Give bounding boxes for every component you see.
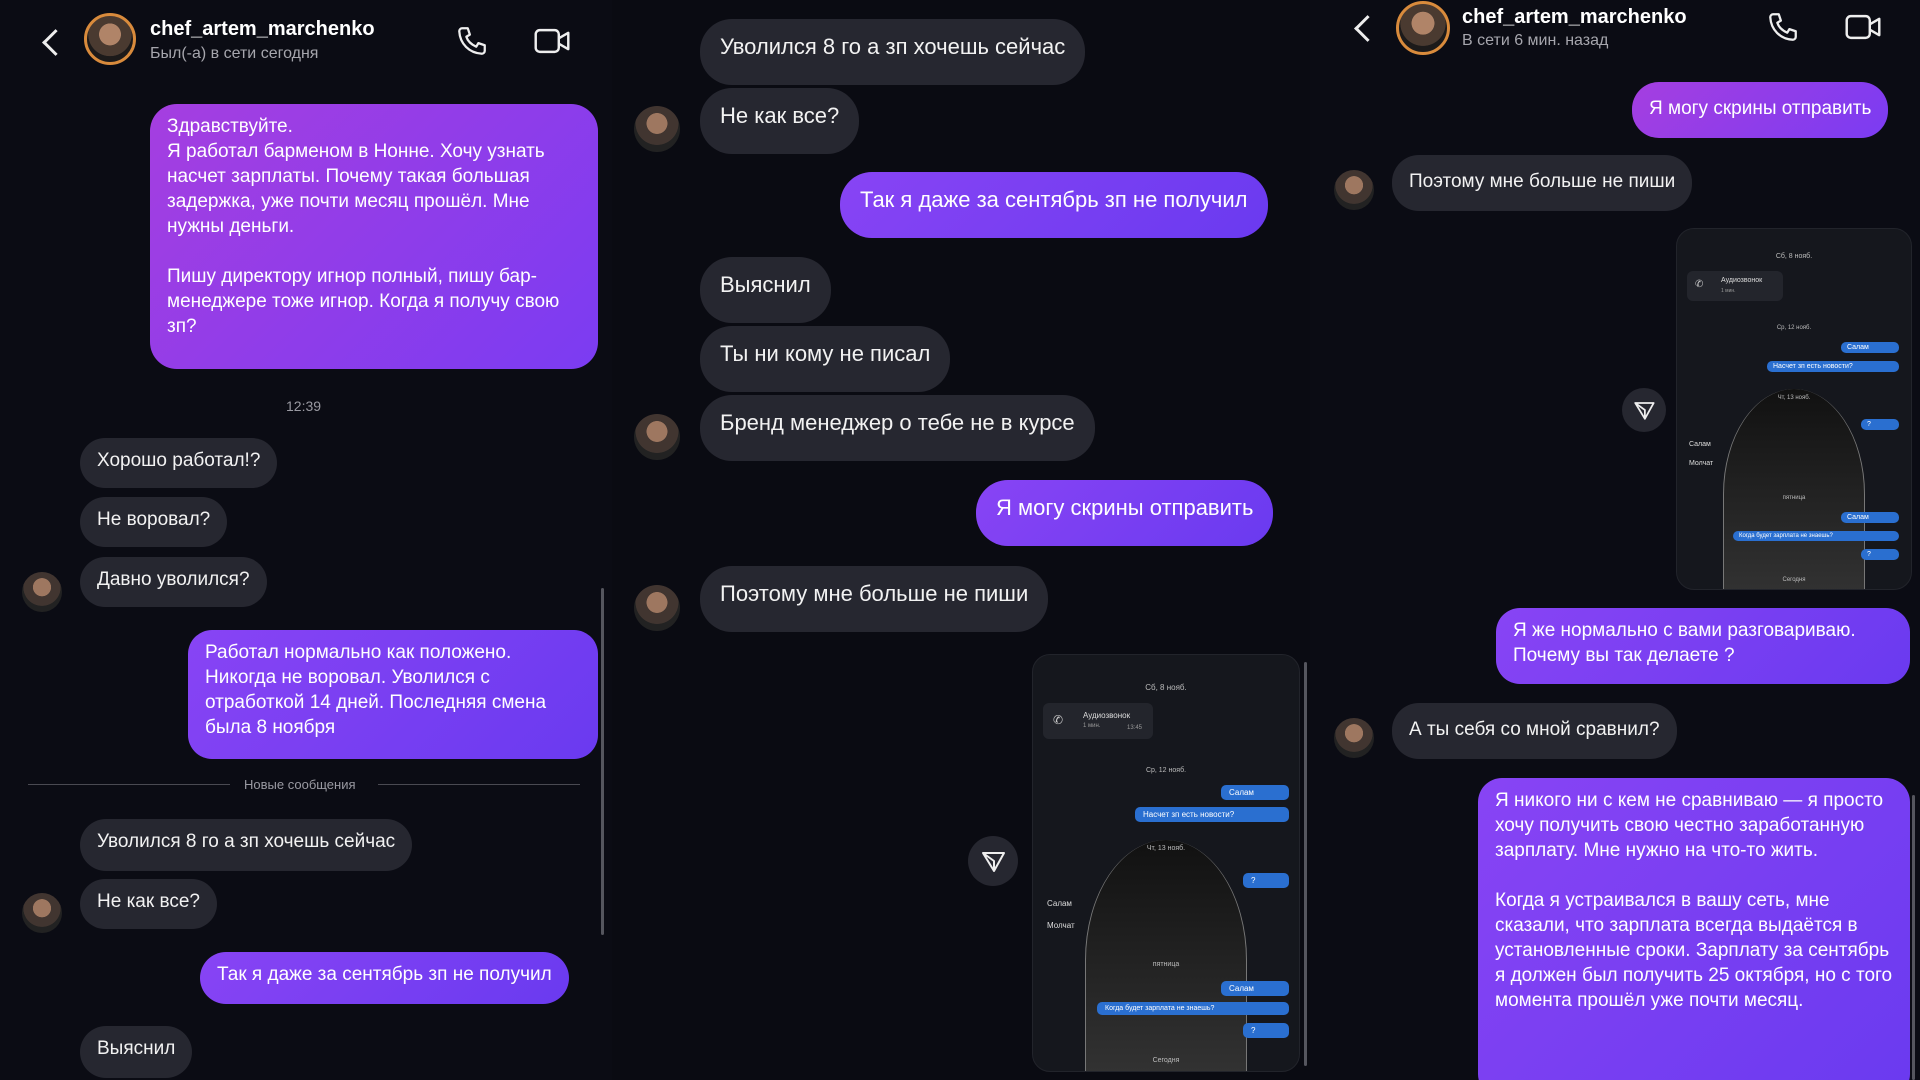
date-label: Чт, 13 нояб. [1146,845,1186,852]
date-label: Сегодня [1152,1057,1180,1064]
avatar[interactable] [1334,170,1374,210]
avatar[interactable] [84,13,136,65]
call-duration: 1 мин. [1721,288,1736,294]
screenshot-attachment[interactable]: Сб, 8 нояб. ✆ Аудиозвонок 1 мин. Ср, 12 … [1676,228,1912,590]
scrollbar[interactable] [1304,662,1307,1066]
user-status: В сети 6 мин. назад [1462,32,1609,49]
road-image [1723,389,1865,589]
avatar[interactable] [634,414,680,460]
message-bubble: Когда будет зарплата не знаешь? [1733,531,1899,541]
share-icon [1634,402,1655,420]
timestamp: 12:39 [286,398,322,414]
message-incoming[interactable]: Поэтому мне больше не пиши [700,566,1049,632]
phone-icon: ✆ [1695,279,1704,290]
video-camera-icon[interactable] [533,24,571,58]
message-outgoing[interactable]: Я же нормально с вами разговариваю. Поче… [1496,608,1910,684]
message-bubble: Насчет зп есть новости? [1767,361,1899,372]
message-incoming[interactable]: Бренд менеджер о тебе не в курсе [700,395,1095,461]
back-arrow-icon[interactable] [42,29,69,56]
message-bubble: ? [1861,419,1899,430]
screenshot-attachment[interactable]: Сб, 8 нояб. ✆ Аудиозвонок 1 мин. 13:45 С… [1032,654,1300,1072]
message-incoming[interactable]: А ты себя со мной сравнил? [1392,703,1677,759]
message-outgoing[interactable]: Здравствуйте. Я работал барменом в Нонне… [150,104,598,369]
message-bubble: Когда будет зарплата не знаешь? [1097,1002,1289,1015]
divider [378,784,580,785]
message-incoming-small: Салам [1689,441,1711,448]
message-incoming[interactable]: Не как все? [80,879,217,929]
chat-panel-3: chef_artem_marchenko В сети 6 мин. назад… [1310,0,1920,1080]
message-bubble: ? [1861,549,1899,560]
message-incoming[interactable]: Уволился 8 го а зп хочешь сейчас [700,19,1086,85]
message-bubble: Салам [1841,342,1899,353]
message-bubble: Салам [1841,512,1899,523]
message-incoming[interactable]: Хорошо работал!? [80,438,278,488]
message-outgoing[interactable]: Я могу скрины отправить [976,480,1274,546]
date-label: Ср, 12 нояб. [1145,767,1187,774]
date-label: Сегодня [1782,577,1806,583]
user-status: Был(-а) в сети сегодня [150,45,319,62]
chat-panel-1: chef_artem_marchenko Был(-а) в сети сего… [0,0,612,1080]
divider [28,784,230,785]
date-label: Сб, 8 нояб. [1145,683,1187,692]
message-incoming-small: Молчат [1047,921,1075,930]
message-outgoing[interactable]: Я могу скрины отправить [1632,82,1889,138]
date-label: Чт, 13 нояб. [1777,395,1811,401]
message-incoming[interactable]: Ты ни кому не писал [700,326,951,392]
scrollbar[interactable] [601,588,604,935]
message-bubble: ? [1243,1023,1289,1038]
avatar[interactable] [22,572,62,612]
back-arrow-icon[interactable] [1354,15,1381,42]
avatar[interactable] [634,106,680,152]
message-bubble: ? [1243,873,1289,888]
message-bubble: Салам [1221,785,1289,800]
message-incoming[interactable]: Давно уволился? [80,557,267,607]
audio-call-item: ✆ Аудиозвонок 1 мин. 13:45 [1043,703,1153,739]
message-outgoing[interactable]: Я никого ни с кем не сравниваю — я прост… [1478,778,1910,1080]
message-outgoing[interactable]: Работал нормально как положено. Никогда … [188,630,598,759]
date-label: пятница [1782,495,1806,501]
message-incoming[interactable]: Не как все? [700,88,860,154]
message-bubble: Насчет зп есть новости? [1135,807,1289,822]
new-messages-label: Новые сообщения [244,777,356,792]
avatar[interactable] [634,585,680,631]
message-incoming[interactable]: Выяснил [80,1026,193,1078]
avatar[interactable] [1396,1,1450,55]
message-outgoing[interactable]: Так я даже за сентябрь зп не получил [840,172,1268,238]
username[interactable]: chef_artem_marchenko [150,18,375,41]
message-incoming[interactable]: Не воровал? [80,497,228,547]
share-button[interactable] [968,836,1018,886]
avatar[interactable] [1334,718,1374,758]
avatar[interactable] [22,893,62,933]
message-incoming[interactable]: Поэтому мне больше не пиши [1392,155,1693,211]
message-incoming-small: Салам [1047,899,1072,908]
username[interactable]: chef_artem_marchenko [1462,6,1687,29]
message-outgoing[interactable]: Так я даже за сентябрь зп не получил [200,952,569,1004]
scrollbar[interactable] [1912,795,1915,1080]
date-label: Ср, 12 нояб. [1776,325,1812,331]
video-camera-icon[interactable] [1844,10,1882,44]
share-icon [982,852,1005,872]
message-incoming[interactable]: Уволился 8 го а зп хочешь сейчас [80,819,413,871]
call-label: Аудиозвонок [1721,277,1763,284]
chat-header: chef_artem_marchenko Был(-а) в сети сего… [0,0,612,86]
chat-header: chef_artem_marchenko В сети 6 мин. назад [1310,0,1920,76]
phone-icon[interactable] [455,24,489,58]
message-bubble: Салам [1221,981,1289,996]
road-image [1085,840,1247,1071]
date-label: пятница [1152,961,1180,968]
message-incoming[interactable]: Выяснил [700,257,831,323]
date-label: Сб, 8 нояб. [1775,253,1813,260]
call-label: Аудиозвонок [1083,711,1131,720]
share-button[interactable] [1622,388,1666,432]
phone-icon: ✆ [1053,713,1064,727]
chat-panel-2: Уволился 8 го а зп хочешь сейчас Не как … [612,0,1310,1080]
call-time: 13:45 [1127,725,1143,731]
audio-call-item: ✆ Аудиозвонок 1 мин. [1687,271,1783,301]
phone-icon[interactable] [1766,10,1800,44]
message-incoming-small: Молчат [1689,460,1714,467]
call-duration: 1 мин. [1083,723,1101,729]
